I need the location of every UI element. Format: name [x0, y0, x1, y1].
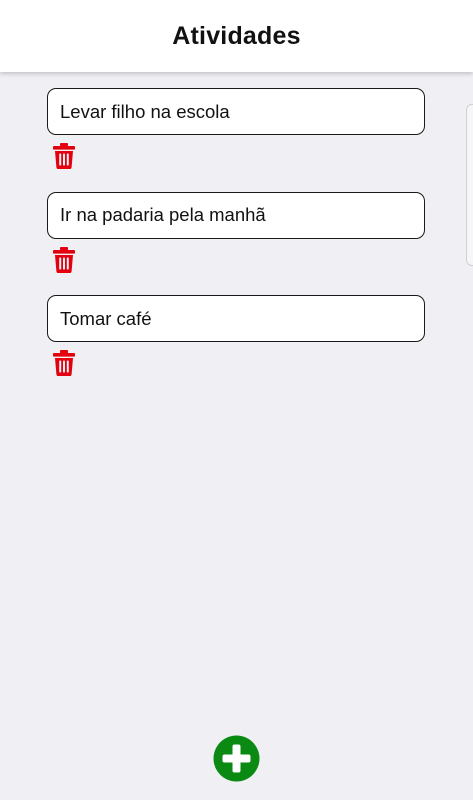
task-item: Levar filho na escola — [0, 88, 473, 192]
plus-circle-icon — [213, 735, 260, 782]
task-text-field[interactable]: Tomar café — [47, 295, 425, 342]
delete-task-button[interactable] — [52, 143, 76, 169]
task-list: Levar filho na escola Ir na padaria pela… — [0, 88, 473, 399]
app-header: Atividades — [0, 0, 473, 72]
delete-task-button[interactable] — [52, 246, 76, 273]
trash-icon — [53, 143, 75, 169]
task-text-field[interactable]: Levar filho na escola — [47, 88, 425, 135]
task-item: Ir na padaria pela manhã — [0, 191, 473, 296]
trash-icon — [53, 246, 75, 273]
page-title: Atividades — [172, 21, 301, 50]
delete-task-button[interactable] — [52, 350, 76, 376]
trash-icon — [53, 350, 75, 376]
add-task-button[interactable] — [213, 735, 260, 782]
task-item: Tomar café — [0, 295, 473, 399]
task-text-field[interactable]: Ir na padaria pela manhã — [47, 191, 425, 239]
